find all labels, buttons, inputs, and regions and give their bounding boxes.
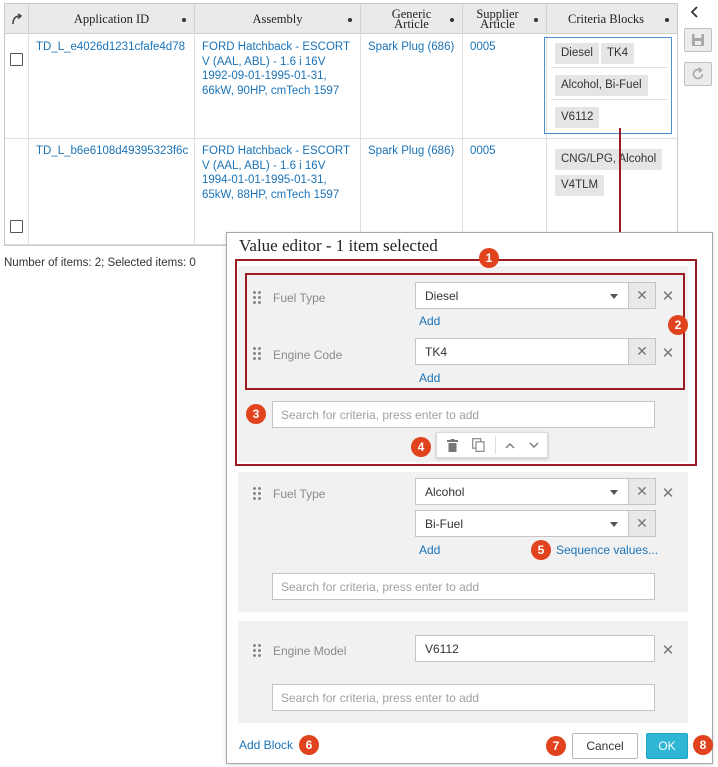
criteria-block: Alcohol, Bi-Fuel [555,75,650,96]
row-checkbox[interactable] [10,220,23,233]
refresh-column-header[interactable] [5,4,29,34]
column-header-label: Assembly [252,12,303,26]
supplier-article-link[interactable]: 0005 [463,35,547,139]
criteria-divider [551,67,667,68]
clear-value-icon[interactable]: ✕ [629,478,656,505]
criteria-chip: TK4 [600,43,635,64]
table-row-select-cell [5,35,29,139]
criteria-divider [551,99,667,100]
supplier-article-link[interactable]: 0005 [463,139,547,245]
generic-article-link[interactable]: Spark Plug (686) [361,35,463,139]
callout-badge: 1 [479,248,499,268]
save-icon [692,34,704,46]
column-menu-icon[interactable] [182,18,186,22]
column-header-application-id[interactable]: Application ID [29,4,195,34]
application-id-link[interactable]: TD_L_b6e6108d49395323f6c [29,139,195,245]
sequence-values-link[interactable]: Sequence values... [556,543,658,557]
remove-criteria-icon[interactable]: ✕ [661,484,675,502]
criteria-chip: V4TLM [555,175,605,196]
assembly-link[interactable]: FORD Hatchback - ESCORT V (AAL, ABL) - 1… [195,35,361,139]
reset-button[interactable] [684,62,712,86]
clear-value-icon[interactable]: ✕ [629,510,656,537]
value-select[interactable]: Alcohol [415,478,629,505]
add-value-link[interactable]: Add [419,543,440,557]
remove-criteria-icon[interactable]: ✕ [661,641,675,659]
assembly-line: V (AAL, ABL) - 1.6 i 16V [202,55,326,68]
side-toolbar [684,4,714,104]
value-text: Alcohol [425,484,465,499]
column-header-label: Criteria Blocks [567,12,645,26]
chevron-down-icon [610,490,618,495]
status-bar: Number of items: 2; Selected items: 0 [4,257,196,269]
criteria-block: V4TLM [555,175,606,196]
column-header-label: Supplier Article [476,7,519,31]
column-header-criteria-blocks[interactable]: Criteria Blocks [547,4,677,34]
column-menu-icon[interactable] [348,18,352,22]
column-header-supplier-article[interactable]: Supplier Article [463,4,547,34]
assembly-line: 65kW, 88HP, cmTech 1597 [202,188,340,201]
column-menu-icon[interactable] [534,18,538,22]
assembly-line: V (AAL, ABL) - 1.6 i 16V [202,159,326,172]
row-checkbox[interactable] [10,53,23,66]
grid-header: Application ID Assembly Generic Article … [5,4,677,34]
criteria-block: V6112 [555,107,601,128]
assembly-line: 1994-01-01-1995-01-31, [202,174,327,186]
callout-badge: 2 [668,315,688,335]
criteria-block: CNG/LPG, Alcohol [555,149,664,170]
callout-badge: 6 [299,735,319,755]
criteria-chip: Alcohol, Bi-Fuel [555,75,648,96]
drag-handle-icon[interactable] [253,487,263,501]
assembly-line: FORD Hatchback - ESCORT [202,41,351,53]
criteria-chip: CNG/LPG, Alcohol [555,149,663,170]
application-id-link[interactable]: TD_L_e4026d1231cfafe4d78 [29,35,195,139]
save-button[interactable] [684,28,712,52]
column-header-generic-article[interactable]: Generic Article [361,4,463,34]
value-text: V6112 [425,641,459,656]
column-header-assembly[interactable]: Assembly [195,4,361,34]
callout-badge: 8 [693,735,713,755]
assembly-link[interactable]: FORD Hatchback - ESCORT V (AAL, ABL) - 1… [195,139,361,245]
criteria-label: Fuel Type [273,487,326,501]
callout-badge: 4 [411,437,431,457]
column-header-label: Generic Article [391,7,432,31]
criteria-block: Diesel TK4 [555,43,636,64]
column-header-label: Application ID [73,12,150,26]
generic-article-link[interactable]: Spark Plug (686) [361,139,463,245]
value-text: Bi-Fuel [425,516,464,531]
highlight-frame-criteria [245,273,685,390]
assembly-line: 1992-09-01-1995-01-31, [202,70,327,82]
ok-button[interactable]: OK [646,733,688,759]
undo-icon [692,67,704,80]
criteria-blocks-cell[interactable]: Diesel TK4 Alcohol, Bi-Fuel V6112 [544,35,677,139]
editor-title: Value editor - 1 item selected [239,236,438,255]
criteria-chip: V6112 [555,107,600,128]
collapse-chevron-icon[interactable] [690,6,700,21]
criteria-chip: Diesel [555,43,599,64]
drag-handle-icon[interactable] [253,644,263,658]
value-input[interactable]: V6112 [415,635,655,662]
criteria-label: Engine Model [273,644,347,658]
callout-badge: 5 [531,540,551,560]
value-select[interactable]: Bi-Fuel [415,510,629,537]
applications-grid: Application ID Assembly Generic Article … [4,3,678,246]
column-menu-icon[interactable] [665,18,669,22]
criteria-search-input[interactable]: Search for criteria, press enter to add [272,573,655,600]
assembly-line: FORD Hatchback - ESCORT [202,145,351,157]
callout-badge: 3 [246,404,266,424]
chevron-down-icon [610,522,618,527]
refresh-arrow-icon[interactable] [11,13,23,25]
callout-badge: 7 [546,736,566,756]
add-block-link[interactable]: Add Block [239,738,293,752]
table-row-select-cell [5,139,29,245]
cancel-button[interactable]: Cancel [572,733,638,759]
criteria-search-input[interactable]: Search for criteria, press enter to add [272,684,655,711]
assembly-line: 66kW, 90HP, cmTech 1597 [202,84,340,97]
column-menu-icon[interactable] [450,18,454,22]
